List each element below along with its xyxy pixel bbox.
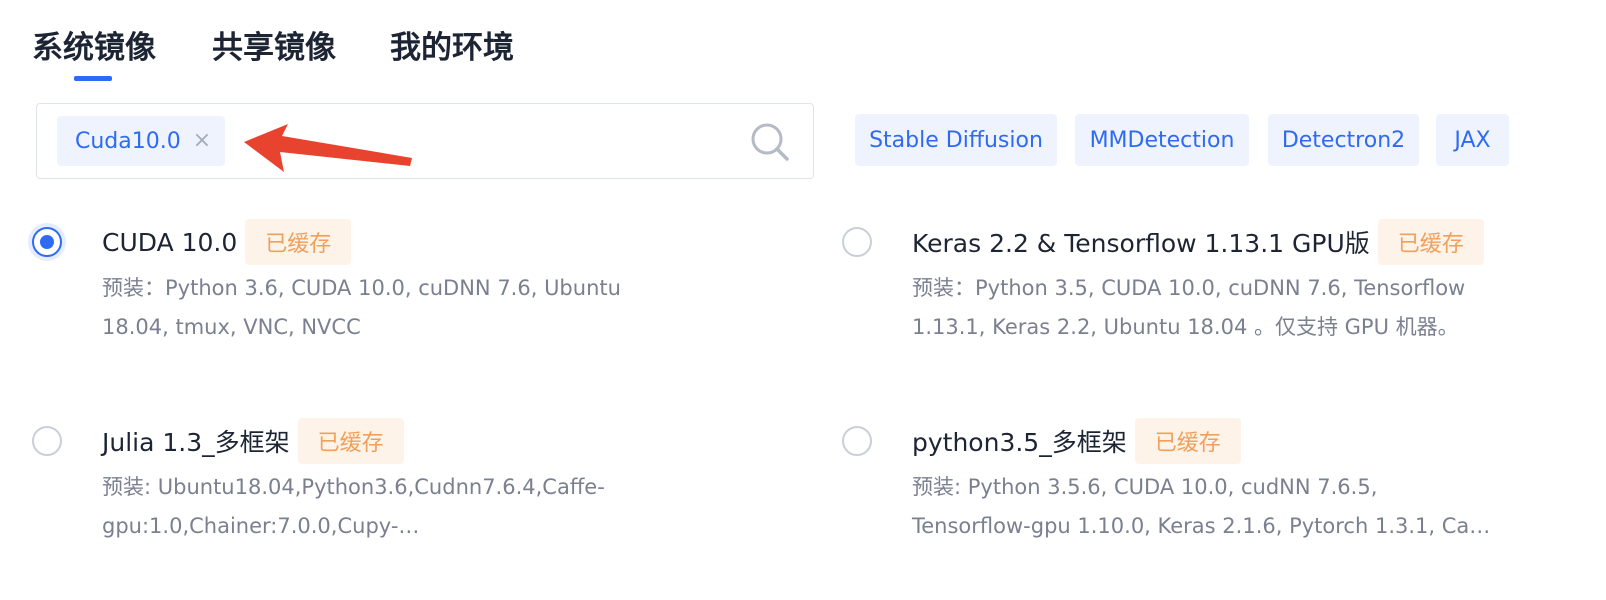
cached-badge: 已缓存 — [1134, 418, 1241, 464]
quick-tag-detectron2[interactable]: Detectron2 — [1268, 114, 1419, 166]
cached-badge: 已缓存 — [245, 219, 352, 265]
active-tab-indicator — [74, 76, 112, 81]
quick-tag-jax[interactable]: JAX — [1436, 114, 1509, 166]
cached-badge: 已缓存 — [297, 418, 404, 464]
image-title: CUDA 10.0 — [102, 227, 238, 257]
image-description: 预装：Python 3.5, CUDA 10.0, cuDNN 7.6, Ten… — [912, 276, 1466, 339]
tab-shared-images[interactable]: 共享镜像 — [212, 24, 336, 72]
image-title: python3.5_多框架 — [912, 428, 1127, 457]
image-radio[interactable] — [842, 426, 872, 456]
search-input[interactable]: Cuda10.0 × — [36, 103, 814, 179]
image-description: 预装: Ubuntu18.04,Python3.6,Cudnn7.6.4,Caf… — [102, 475, 605, 538]
arrow-annotation-icon — [244, 124, 412, 172]
image-description: 预装：Python 3.6, CUDA 10.0, cuDNN 7.6, Ubu… — [102, 276, 621, 339]
tab-system-images[interactable]: 系统镜像 — [32, 24, 156, 72]
image-radio-selected[interactable] — [32, 227, 62, 257]
quick-tag-mmdetection[interactable]: MMDetection — [1075, 114, 1249, 166]
image-description: 预装: Python 3.5.6, CUDA 10.0, cudNN 7.6.5… — [912, 475, 1491, 538]
image-radio[interactable] — [32, 426, 62, 456]
tab-my-environments[interactable]: 我的环境 — [390, 24, 514, 72]
image-title: Keras 2.2 & Tensorflow 1.13.1 GPU版 — [912, 229, 1370, 258]
close-icon[interactable]: × — [193, 130, 211, 152]
search-filter-tag-label: Cuda10.0 — [75, 128, 181, 154]
quick-tag-stable-diffusion[interactable]: Stable Diffusion — [855, 114, 1057, 166]
search-icon[interactable] — [749, 121, 791, 163]
image-title: Julia 1.3_多框架 — [102, 428, 290, 457]
cached-badge: 已缓存 — [1377, 219, 1484, 265]
search-filter-tag: Cuda10.0 × — [57, 116, 226, 166]
image-radio[interactable] — [842, 227, 872, 257]
